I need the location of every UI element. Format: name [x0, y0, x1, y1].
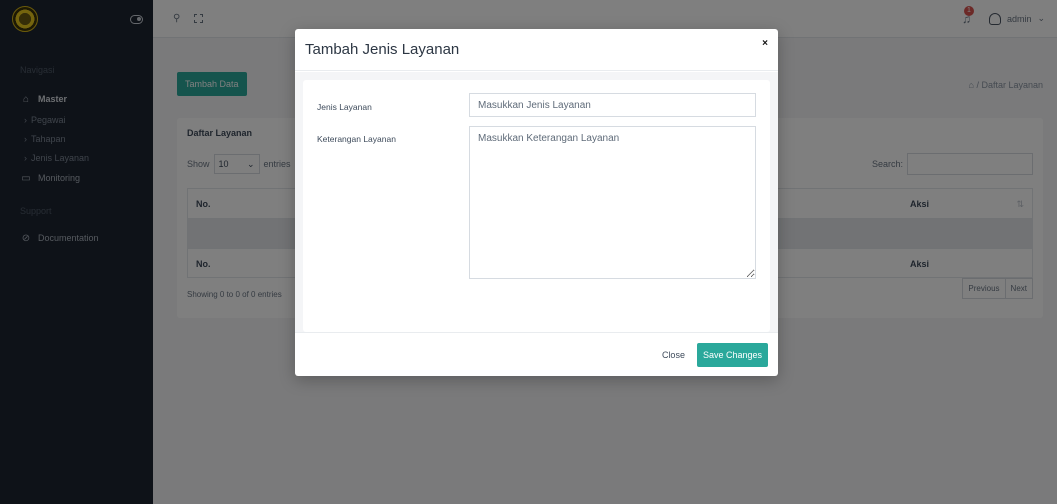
- jenis-layanan-input[interactable]: [469, 93, 756, 117]
- modal-body: Jenis Layanan Keterangan Layanan: [295, 72, 778, 332]
- modal-header: Tambah Jenis Layanan ×: [295, 29, 778, 71]
- keterangan-layanan-textarea[interactable]: [469, 126, 756, 279]
- modal-title: Tambah Jenis Layanan: [305, 41, 460, 58]
- form-card: Jenis Layanan Keterangan Layanan: [303, 80, 770, 332]
- close-button[interactable]: Close: [660, 350, 687, 360]
- keterangan-layanan-label: Keterangan Layanan: [317, 134, 396, 144]
- modal-tambah-jenis-layanan: Tambah Jenis Layanan × Jenis Layanan Ket…: [295, 29, 778, 376]
- save-changes-button[interactable]: Save Changes: [696, 342, 768, 367]
- close-icon[interactable]: ×: [762, 38, 768, 49]
- jenis-layanan-label: Jenis Layanan: [317, 102, 372, 112]
- modal-footer: Close Save Changes: [295, 332, 778, 376]
